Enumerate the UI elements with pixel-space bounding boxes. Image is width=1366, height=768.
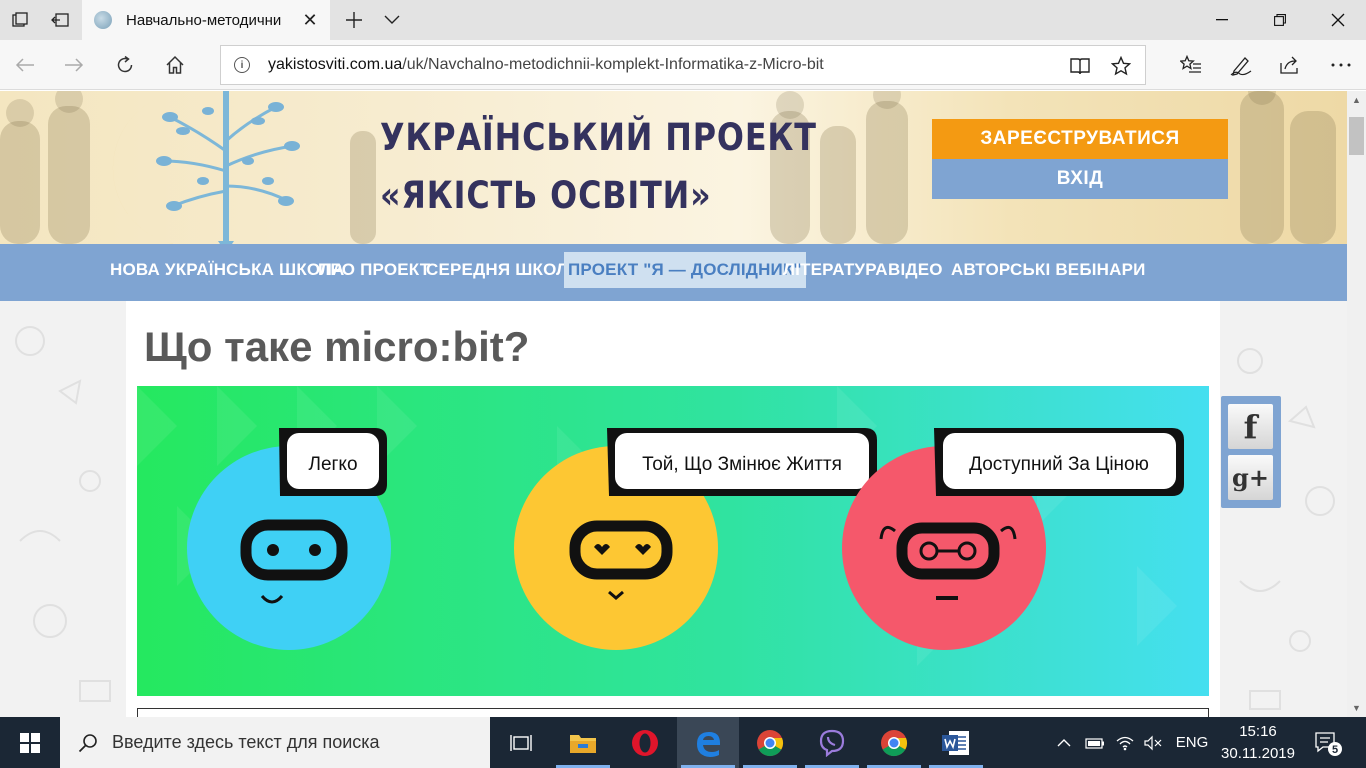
facebook-share-button[interactable]: f (1228, 404, 1273, 449)
tree-logo (112, 91, 300, 251)
share-icon[interactable] (1270, 45, 1310, 85)
windows-taskbar: Введите здесь текст для поиска ENG 15:16… (0, 717, 1366, 768)
chrome-icon[interactable] (739, 717, 801, 768)
nav-item-new-ukrainian-school[interactable]: НОВА УКРАЇНСЬКА ШКОЛА (106, 252, 349, 288)
favorites-list-icon[interactable] (1171, 45, 1211, 85)
url-text[interactable]: yakistosviti.com.ua/uk/Navchalno-metodic… (268, 56, 824, 74)
site-info-icon[interactable]: i (234, 57, 250, 73)
microbit-hero-banner: Легко Той, Що Змінює Життя Доступний За … (137, 386, 1209, 696)
restore-icon[interactable] (1252, 0, 1308, 40)
back-arrow-icon[interactable] (5, 45, 45, 85)
home-icon[interactable] (155, 45, 195, 85)
bubble-life-changing-text: Той, Що Змінює Життя (642, 454, 842, 475)
close-window-icon[interactable] (1310, 0, 1366, 40)
word-icon[interactable] (925, 717, 987, 768)
scroll-up-arrow-icon[interactable]: ▲ (1347, 91, 1366, 109)
bubble-easy-text: Легко (308, 454, 357, 475)
scrollbar-thumb[interactable] (1349, 117, 1364, 155)
notification-count: 5 (1332, 744, 1338, 756)
opera-icon[interactable] (614, 717, 676, 768)
tab-title: Навчально-методични (126, 11, 282, 29)
start-button[interactable] (0, 717, 60, 768)
set-tabs-aside-icon[interactable] (40, 0, 80, 40)
chrome-profile-icon[interactable] (863, 717, 925, 768)
clock-date: 30.11.2019 (1221, 745, 1295, 762)
battery-icon[interactable] (1082, 717, 1108, 768)
file-explorer-icon[interactable] (552, 717, 614, 768)
refresh-icon[interactable] (105, 45, 145, 85)
tab-preview-chevron-icon[interactable] (372, 0, 412, 40)
favorite-star-icon[interactable] (1101, 46, 1141, 86)
search-placeholder: Введите здесь текст для поиска (112, 732, 380, 752)
tab-close-icon[interactable]: ✕ (298, 8, 322, 32)
task-view-icon[interactable] (490, 717, 552, 768)
language-indicator[interactable]: ENG (1170, 717, 1214, 768)
register-button[interactable]: ЗАРЕЄСТРУВАТИСЯ (932, 119, 1228, 159)
site-title-line1: УКРАЇНСЬКИЙ ПРОЕКТ (380, 116, 817, 159)
site-header: УКРАЇНСЬКИЙ ПРОЕКТ «ЯКІСТЬ ОСВІТИ» ЗАРЕЄ… (0, 91, 1347, 251)
browser-tab-active[interactable]: Навчально-методични ✕ (82, 0, 330, 40)
show-hidden-icons-chevron-icon[interactable] (1050, 717, 1078, 768)
more-options-icon[interactable] (1321, 45, 1361, 85)
minimize-icon[interactable] (1194, 0, 1250, 40)
new-tab-icon[interactable] (334, 0, 374, 40)
nav-item-about-project[interactable]: ПРО ПРОЕКТ (314, 252, 434, 288)
nav-item-author-webinars[interactable]: АВТОРСЬКІ ВЕБІНАРИ (947, 252, 1150, 288)
web-notes-pen-icon[interactable] (1221, 45, 1261, 85)
google-plus-share-button[interactable]: g+ (1228, 455, 1273, 500)
url-host: yakistosviti.com.ua (268, 56, 403, 73)
search-icon (78, 733, 97, 752)
login-button[interactable]: ВХІД (932, 159, 1228, 199)
system-clock[interactable]: 15:16 30.11.2019 (1218, 721, 1298, 765)
nav-item-secondary-school[interactable]: СЕРЕДНЯ ШКОЛА (422, 252, 585, 288)
volume-muted-icon[interactable] (1140, 717, 1166, 768)
main-navigation: НОВА УКРАЇНСЬКА ШКОЛА ПРО ПРОЕКТ СЕРЕДНЯ… (0, 244, 1347, 301)
site-title: УКРАЇНСЬКИЙ ПРОЕКТ «ЯКІСТЬ ОСВІТИ» (380, 109, 817, 225)
taskbar-search-box[interactable]: Введите здесь текст для поиска (60, 717, 490, 768)
scroll-down-arrow-icon[interactable]: ▼ (1347, 699, 1366, 717)
clock-time: 15:16 (1239, 723, 1277, 740)
edge-icon[interactable] (677, 717, 739, 768)
tab-overview-icon[interactable] (0, 0, 40, 40)
bubble-affordable-text: Доступний За Ціною (969, 454, 1149, 475)
nav-item-literature[interactable]: ЛІТЕРАТУРА (779, 252, 892, 288)
site-title-line2: «ЯКІСТЬ ОСВІТИ» (380, 174, 712, 217)
reading-view-icon[interactable] (1060, 46, 1100, 86)
page-title: Що таке micro:bit? (144, 323, 530, 370)
windows-logo-icon (20, 732, 40, 753)
viber-icon[interactable] (801, 717, 863, 768)
article-content: Що таке micro:bit? Легко Той, Що Змінює … (126, 301, 1220, 717)
page-scrollbar[interactable]: ▲ ▼ (1347, 91, 1366, 717)
site-favicon-icon (94, 11, 112, 29)
nav-item-researcher-project[interactable]: ПРОЕКТ "Я — ДОСЛІДНИК" (564, 252, 806, 288)
next-content-block (137, 708, 1209, 717)
browser-tab-bar: Навчально-методични ✕ (0, 0, 1366, 40)
url-path: /uk/Navchalno-metodichnii-komplekt-Infor… (402, 56, 824, 73)
nav-item-video[interactable]: ВІДЕО (884, 252, 947, 288)
address-toolbar: i yakistosviti.com.ua/uk/Navchalno-metod… (0, 40, 1366, 90)
social-share-panel: f g+ (1221, 396, 1281, 508)
page-viewport: УКРАЇНСЬКИЙ ПРОЕКТ «ЯКІСТЬ ОСВІТИ» ЗАРЕЄ… (0, 91, 1347, 717)
action-center-icon[interactable]: 5 (1306, 717, 1350, 768)
wifi-icon[interactable] (1112, 717, 1138, 768)
address-bar[interactable]: i yakistosviti.com.ua/uk/Navchalno-metod… (220, 45, 1146, 85)
forward-arrow-icon[interactable] (54, 45, 94, 85)
